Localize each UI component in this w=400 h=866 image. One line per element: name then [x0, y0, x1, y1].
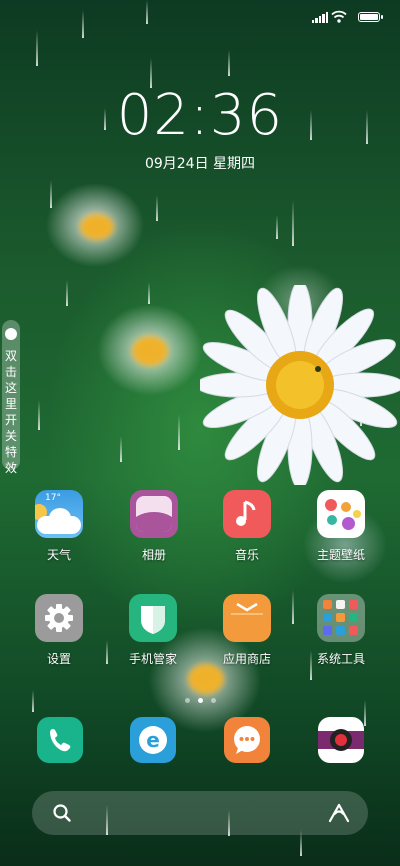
dock-phone[interactable]: [20, 717, 100, 763]
app-store-icon: [223, 594, 271, 642]
toggle-dot: [5, 328, 17, 340]
bokeh-flower-center: [132, 336, 168, 366]
effect-toggle-label: 双击这里开关特效: [4, 349, 17, 475]
lock-clock: 02:36: [116, 83, 284, 148]
dock-browser[interactable]: e: [113, 717, 193, 763]
lock-date: 09月24日 星期四: [144, 156, 256, 172]
app-label: 系统工具: [316, 652, 365, 666]
themes-icon: [317, 490, 365, 538]
app-label: 设置: [46, 652, 71, 666]
app-music[interactable]: 音乐: [207, 490, 287, 563]
effect-toggle[interactable]: 双击这里开关特效: [2, 320, 20, 475]
app-security[interactable]: 手机管家: [113, 594, 193, 667]
app-label: 相册: [141, 548, 166, 562]
app-label: 音乐: [234, 548, 259, 562]
weather-icon: 17°: [35, 490, 83, 538]
bokeh-flower-center: [80, 214, 114, 240]
assistant-icon[interactable]: [328, 803, 350, 823]
page-dot: [210, 698, 216, 703]
search-icon[interactable]: [52, 803, 72, 823]
browser-icon: e: [130, 717, 176, 763]
phone-icon: [37, 717, 83, 763]
music-icon: [223, 490, 271, 538]
app-system-tools[interactable]: 系统工具: [301, 594, 381, 667]
app-label: 手机管家: [128, 652, 177, 666]
gallery-icon: [130, 490, 178, 538]
app-settings[interactable]: 设置: [19, 594, 99, 667]
search-bar[interactable]: [32, 791, 368, 835]
folder-icon: [317, 594, 365, 642]
settings-icon: [35, 594, 83, 642]
daisy-flower: [200, 285, 400, 485]
signal-icon: [312, 12, 329, 23]
page-indicator: [0, 688, 400, 707]
app-label: 天气: [46, 548, 71, 562]
dock-camera[interactable]: [301, 717, 381, 763]
app-weather[interactable]: 17° 天气: [19, 490, 99, 563]
page-dot-active: [197, 698, 203, 703]
app-label: 主题壁纸: [316, 548, 365, 562]
security-icon: [129, 594, 177, 642]
camera-icon: [318, 717, 364, 763]
page-dot: [184, 698, 190, 703]
app-themes[interactable]: 主题壁纸: [301, 490, 381, 563]
wifi-icon: [331, 10, 347, 23]
weather-temperature: 17°: [45, 493, 61, 503]
app-gallery[interactable]: 相册: [114, 490, 194, 563]
status-bar: [0, 0, 400, 34]
app-store[interactable]: 应用商店: [207, 594, 287, 667]
dock-messages[interactable]: [207, 717, 287, 763]
battery-icon: [358, 12, 383, 22]
messages-icon: [224, 717, 270, 763]
app-label: 应用商店: [222, 652, 271, 666]
